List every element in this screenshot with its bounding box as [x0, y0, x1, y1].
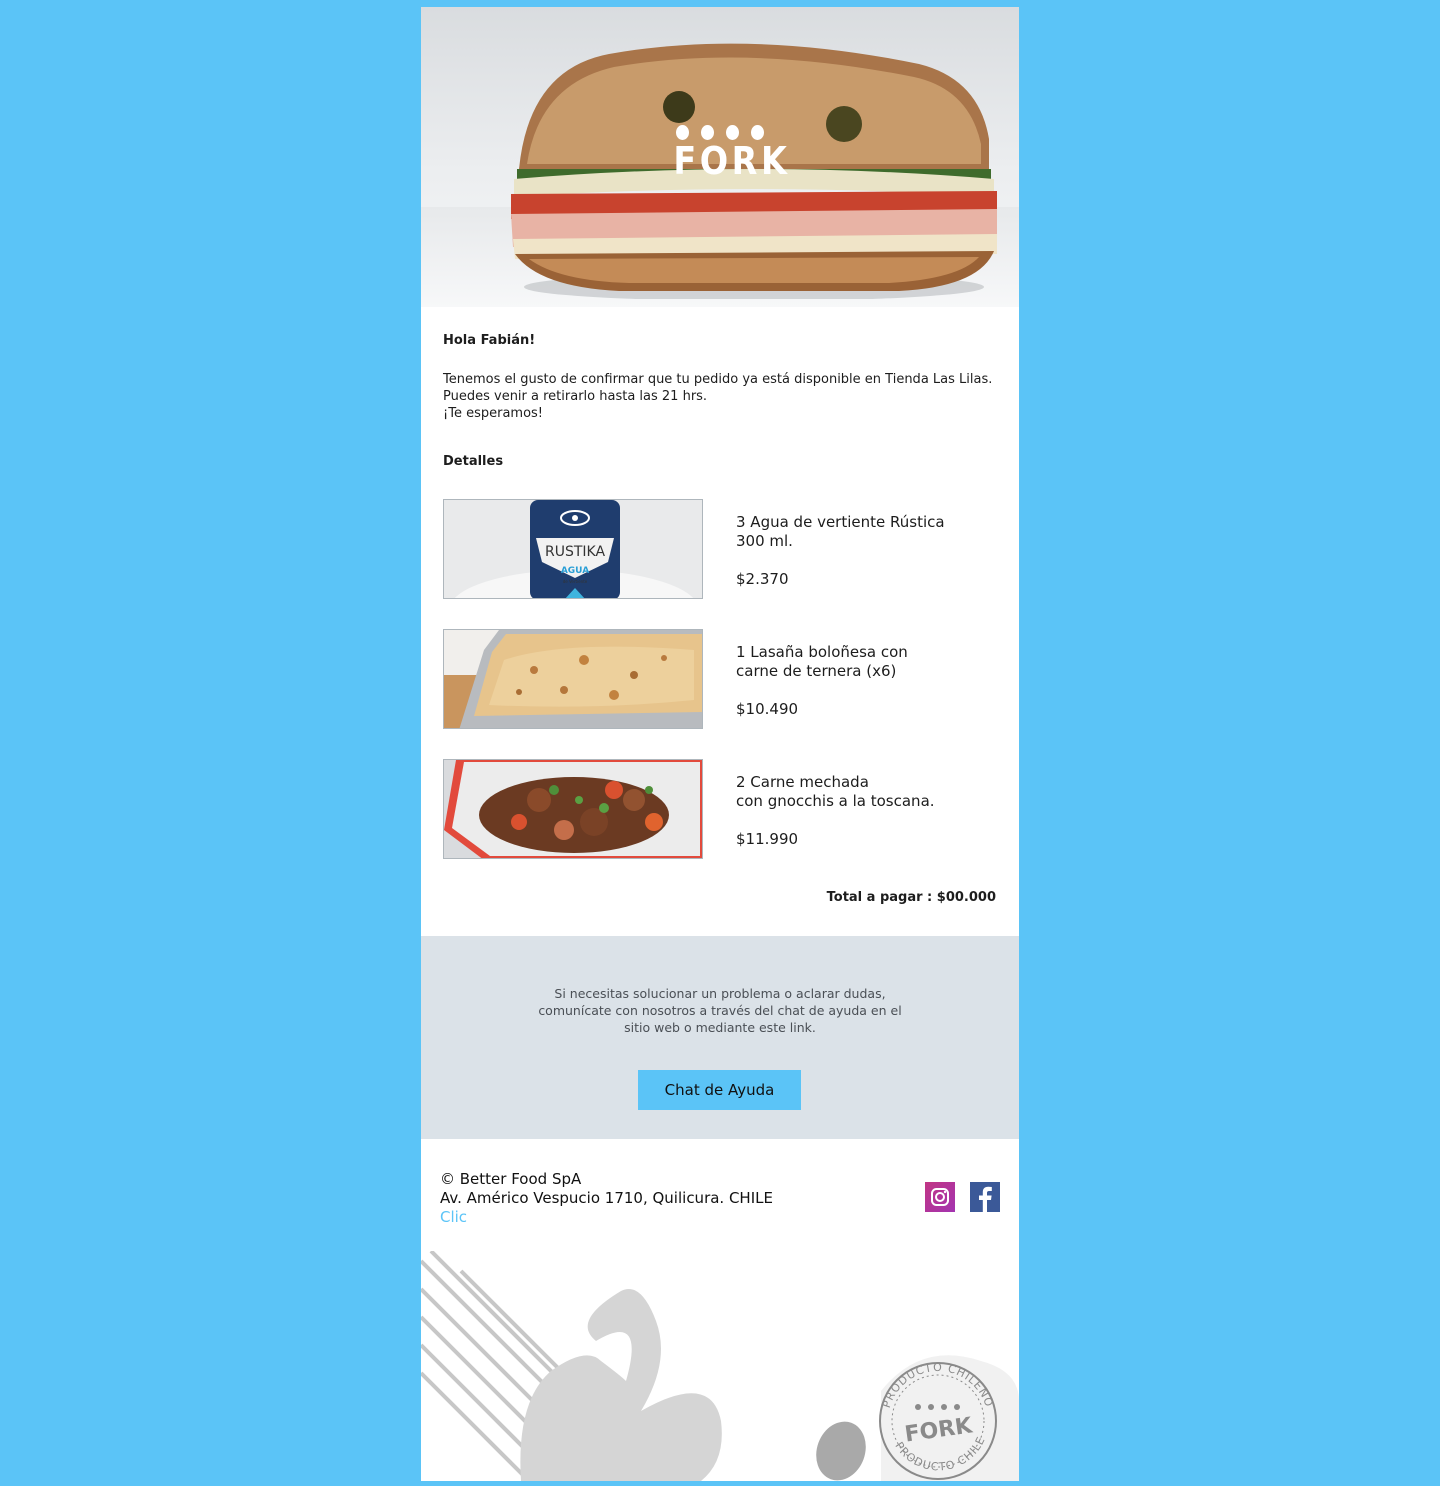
order-content: Hola Fabián! Tenemos el gusto de confirm…	[443, 333, 997, 905]
order-item: RUSTIKA AGUA de Vertiente 3 Agua de vert…	[443, 499, 997, 599]
message-line-1: Tenemos el gusto de confirmar que tu ped…	[443, 372, 993, 387]
message-line-3: ¡Te esperamos!	[443, 406, 544, 421]
item-price: $11.990	[736, 830, 799, 848]
email-card: FORK Hola Fabián! Tenemos el gusto de co…	[421, 7, 1019, 1481]
total-amount: Total a pagar : $00.000	[826, 890, 996, 905]
svg-text:de Vertiente: de Vertiente	[563, 579, 588, 584]
item-price: $2.370	[736, 570, 789, 588]
help-text: Si necesitas solucionar un problema o ac…	[538, 986, 902, 1035]
svg-text:AGUA: AGUA	[561, 566, 589, 576]
help-section: Si necesitas solucionar un problema o ac…	[421, 936, 1019, 1139]
item-name: 2 Carne mechada con gnocchis a la toscan…	[736, 773, 935, 810]
order-item: 1 Lasaña boloñesa con carne de ternera (…	[443, 629, 997, 729]
chat-help-button[interactable]: Chat de Ayuda	[638, 1070, 801, 1110]
item-image-beef	[443, 759, 703, 859]
confirmation-message: Tenemos el gusto de confirmar que tu ped…	[443, 371, 997, 422]
item-name: 1 Lasaña boloñesa con carne de ternera (…	[736, 643, 908, 680]
footer-company: © Better Food SpA	[440, 1170, 582, 1188]
item-name: 3 Agua de vertiente Rústica 300 ml.	[736, 513, 945, 550]
svg-text:RUSTIKA: RUSTIKA	[545, 544, 605, 560]
footer-link[interactable]: Clic	[440, 1208, 467, 1226]
details-title: Detalles	[443, 454, 504, 469]
order-item: 2 Carne mechada con gnocchis a la toscan…	[443, 759, 997, 859]
item-image-lasagna	[443, 629, 703, 729]
item-price: $10.490	[736, 700, 799, 718]
footer-decoration: PRODUCTO CHILENO PRODUCTO CHILENO FORK	[421, 1251, 1019, 1481]
greeting: Hola Fabián!	[443, 333, 536, 348]
facebook-icon[interactable]	[970, 1182, 1000, 1212]
fork-logo: FORK	[667, 125, 791, 189]
footer-address: Av. Américo Vespucio 1710, Quilicura. CH…	[440, 1189, 773, 1207]
message-line-2: Puedes venir a retirarlo hasta las 21 hr…	[443, 389, 708, 404]
item-image-water: RUSTIKA AGUA de Vertiente	[443, 499, 703, 599]
hero-banner: FORK	[421, 7, 1019, 307]
logo-wordmark: FORK	[673, 139, 791, 183]
footer-info: © Better Food SpA Av. Américo Vespucio 1…	[440, 1170, 773, 1227]
instagram-icon[interactable]	[925, 1182, 955, 1212]
